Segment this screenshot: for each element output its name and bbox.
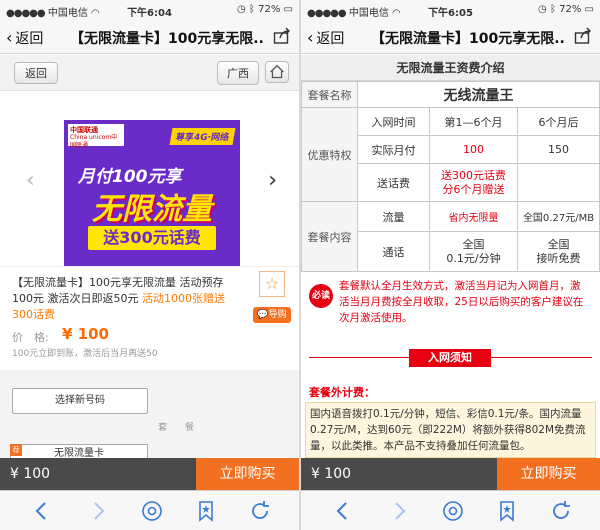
price-value: ¥ 100: [62, 325, 109, 343]
row-call: 通话: [357, 231, 430, 272]
carousel-prev-icon[interactable]: ‹: [26, 168, 35, 193]
sub-header: 返回 广西: [0, 55, 299, 91]
bookmark-icon[interactable]: [495, 499, 519, 523]
banner-line3: 送300元话费: [88, 226, 216, 250]
product-info: 【无限流量卡】100元享无限流量 活动预存100元 激活次日即返50元 活动10…: [0, 266, 299, 356]
browser-back-icon[interactable]: [331, 499, 355, 523]
th-m1: 第1—6个月: [429, 107, 518, 136]
select-number-button[interactable]: 选择新号码: [12, 388, 148, 414]
buybar-price: ¥ 100: [301, 458, 497, 490]
must-read-text: 套餐默认全月生效方式，激活当月记为入网首月，激活当月月费按全月收取，25日以后购…: [339, 280, 584, 324]
fee-intro-title: 无限流量王资费介绍: [301, 55, 600, 81]
back-button[interactable]: ‹ 返回: [307, 28, 344, 48]
refresh-icon[interactable]: [248, 499, 272, 523]
browser-back-icon[interactable]: [30, 499, 54, 523]
bluetooth-icon: ᛒ: [248, 4, 255, 15]
status-bar: ●●●●● 中国电信 ◠ 下午6:05 ◷ ᛒ 72% ▭: [301, 0, 600, 20]
browser-toolbar: [301, 490, 600, 530]
package-section-label: 套 餐: [158, 423, 195, 433]
gift-empty: [517, 163, 600, 202]
region-button[interactable]: 广西: [217, 61, 259, 85]
pay-m2: 150: [517, 135, 600, 164]
at-icon[interactable]: [441, 499, 465, 523]
bluetooth-icon: ᛒ: [549, 4, 556, 15]
pay-m1: 100: [429, 135, 518, 164]
gift-value: 送300元话费 分6个月赠送: [429, 163, 518, 202]
product-name: 【无限流量卡】100元享无限流量 活动预存100元 激活次日即返50元 活动10…: [12, 276, 225, 321]
page-title: 【无限流量卡】100元享无限...: [371, 31, 564, 47]
alarm-icon: ◷: [237, 4, 246, 15]
flow-m2: 全国0.27元/MB: [517, 201, 600, 232]
browser-toolbar: [0, 490, 299, 530]
status-bar: ●●●●● 中国电信 ◠ 下午6:04 ◷ ᛒ 72% ▭: [0, 0, 299, 20]
banner-badge: 尊享4G·网络: [169, 128, 236, 145]
share-icon[interactable]: [273, 27, 291, 45]
carousel-next-icon[interactable]: ›: [268, 168, 277, 193]
home-button[interactable]: [265, 61, 289, 83]
price-label: 价 格:: [12, 331, 49, 344]
recommend-tag: 荐: [10, 444, 22, 456]
row-flow: 流量: [357, 201, 430, 232]
right-screen: ●●●●● 中国电信 ◠ 下午6:05 ◷ ᛒ 72% ▭ ‹ 返回 【无限流量卡…: [301, 0, 600, 530]
flow-m1: 省内无限量: [429, 201, 518, 232]
bookmark-icon[interactable]: [194, 499, 218, 523]
at-icon[interactable]: [140, 499, 164, 523]
call-m1: 全国 0.1元/分钟: [429, 231, 518, 272]
buy-bar: ¥ 100 立即购买: [0, 458, 299, 490]
nav-bar: ‹ 返回 【无限流量卡】100元享无限...: [0, 20, 299, 54]
content-label: 套餐内容: [301, 201, 358, 272]
notice-title: 入网须知: [409, 349, 491, 367]
extra-charge-label: 套餐外计费：: [309, 386, 375, 399]
page-back-button[interactable]: 返回: [14, 62, 58, 84]
browser-forward-icon[interactable]: [86, 499, 110, 523]
buy-bar: ¥ 100 立即购买: [301, 458, 600, 490]
buybar-price: ¥ 100: [0, 458, 196, 490]
promo-banner[interactable]: 中国联通 China unicom中国联通 尊享4G·网络 月付100元享 无限流…: [64, 120, 240, 270]
price-note: 100元立即到账，激活后当月再送50: [12, 349, 158, 359]
banner-line2: 无限流量: [92, 192, 212, 227]
pkg-name-label: 套餐名称: [301, 81, 358, 108]
guide-button[interactable]: 💬导购: [253, 307, 291, 323]
th-time: 入网时间: [357, 107, 430, 136]
chevron-left-icon: ‹: [6, 28, 13, 47]
left-screen: ●●●●● 中国电信 ◠ 下午6:04 ◷ ᛒ 72% ▭ ‹ 返回 【无限流量卡…: [0, 0, 299, 530]
row-gift: 送话费: [357, 163, 430, 202]
extra-charge-text: 国内语音拨打0.1元/分钟，短信、彩信0.1元/条。国内流量0.27元/M，达到…: [305, 402, 596, 458]
call-m2: 全国 接听免费: [517, 231, 600, 272]
th-m2: 6个月后: [517, 107, 600, 136]
buy-now-button[interactable]: 立即购买: [497, 458, 600, 490]
browser-forward-icon[interactable]: [387, 499, 411, 523]
back-button[interactable]: ‹ 返回: [6, 28, 43, 48]
buy-now-button[interactable]: 立即购买: [196, 458, 299, 490]
alarm-icon: ◷: [538, 4, 547, 15]
chevron-left-icon: ‹: [307, 28, 314, 47]
home-icon: [270, 64, 284, 79]
share-icon[interactable]: [574, 27, 592, 45]
fee-table: 套餐名称 无线流量王 优惠特权 入网时间 第1—6个月 6个月后 实际月付 10…: [301, 81, 600, 272]
nav-bar: ‹ 返回 【无限流量卡】100元享无限...: [301, 20, 600, 54]
battery: ◷ ᛒ 72% ▭: [237, 4, 293, 15]
battery: ◷ ᛒ 72% ▭: [538, 4, 594, 15]
pkg-name: 无线流量王: [357, 81, 600, 108]
must-read-badge: 必读: [309, 284, 333, 308]
offer-label: 优惠特权: [301, 107, 358, 202]
favorite-star-icon[interactable]: ☆: [259, 271, 285, 297]
unicom-logo: 中国联通 China unicom中国联通: [68, 124, 124, 149]
row-pay: 实际月付: [357, 135, 430, 164]
refresh-icon[interactable]: [549, 499, 573, 523]
page-title: 【无限流量卡】100元享无限...: [70, 31, 263, 47]
